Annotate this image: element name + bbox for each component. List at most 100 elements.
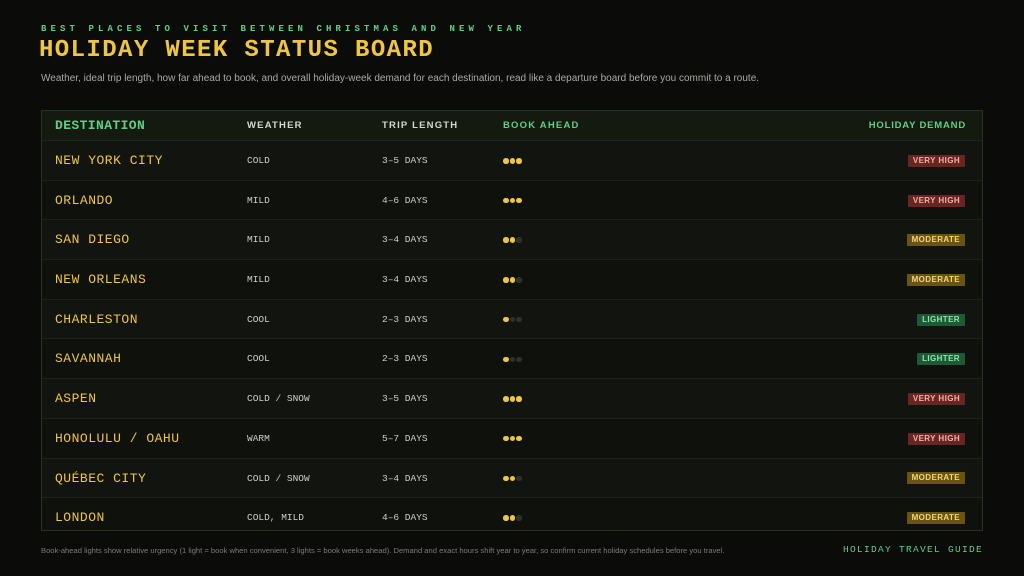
book-light-on-icon (503, 475, 509, 482)
page-title: HOLIDAY WEEK STATUS BOARD (39, 37, 435, 64)
weather-value: COLD / SNOW (247, 472, 310, 484)
demand-badge: VERY HIGH (907, 392, 965, 405)
weather-value: MILD (247, 274, 270, 286)
table-row[interactable]: SAVANNAH COOL 2–3 DAYS LIGHTER (42, 339, 982, 380)
book-light-on-icon (509, 158, 515, 164)
book-light-on-icon (503, 197, 509, 204)
table-body: NEW YORK CITY COLD 3–5 DAYS VERY HIGH ORLAND… (42, 141, 982, 530)
trip-length-value: 2–3 DAYS (382, 313, 428, 325)
destination-name: QUÉBEC CITY (55, 470, 147, 486)
holiday-demand-cell: MODERATE (906, 220, 965, 260)
holiday-demand-cell: VERY HIGH (907, 181, 965, 221)
book-light-on-icon (503, 396, 509, 402)
book-light-on-icon (503, 435, 509, 442)
holiday-demand-cell: LIGHTER (917, 339, 965, 379)
status-board: DESTINATION WEATHER TRIP LENGTH BOOK AHE… (41, 110, 983, 531)
destination-name: ORLANDO (55, 192, 114, 208)
holiday-demand-cell: LIGHTER (917, 300, 965, 340)
book-light-on-icon (503, 237, 509, 243)
page-subtitle: Weather, ideal trip length, how far ahea… (41, 73, 760, 84)
demand-badge: VERY HIGH (907, 154, 965, 167)
book-light-off-icon (516, 515, 522, 521)
trip-length-value: 4–6 DAYS (382, 512, 428, 524)
table-row[interactable]: SAN DIEGO MILD 3–4 DAYS MODERATE (42, 220, 982, 261)
demand-badge: MODERATE (906, 273, 965, 286)
book-light-off-icon (509, 316, 515, 323)
table-row[interactable]: NEW YORK CITY COLD 3–5 DAYS VERY HIGH (42, 141, 982, 181)
weather-value: MILD (247, 234, 270, 246)
holiday-demand-cell: MODERATE (906, 498, 965, 530)
holiday-demand-cell: VERY HIGH (907, 379, 965, 419)
column-header-holiday-demand[interactable]: HOLIDAY DEMAND (869, 111, 966, 141)
book-ahead-lights (503, 379, 522, 419)
destination-name: NEW ORLEANS (55, 272, 147, 288)
book-light-on-icon (503, 277, 509, 283)
book-light-on-icon (516, 435, 522, 442)
destination-name: ASPEN (55, 391, 97, 407)
book-light-on-icon (509, 435, 515, 442)
trip-length-value: 3–4 DAYS (382, 274, 428, 286)
table-row[interactable]: ASPEN COLD / SNOW 3–5 DAYS VERY HIGH (42, 379, 982, 419)
destination-name: LONDON (55, 510, 105, 526)
weather-value: COLD / SNOW (247, 393, 310, 405)
column-header-trip-length[interactable]: TRIP LENGTH (382, 111, 458, 141)
book-light-on-icon (503, 515, 509, 521)
book-light-on-icon (516, 158, 522, 164)
weather-value: COOL (247, 313, 270, 325)
book-light-off-icon (516, 277, 522, 283)
table-row[interactable]: ORLANDO MILD 4–6 DAYS VERY HIGH (42, 180, 982, 221)
table-row[interactable]: NEW ORLEANS MILD 3–4 DAYS MODERATE (42, 260, 982, 300)
destination-name: SAN DIEGO (55, 232, 130, 248)
column-header-destination[interactable]: DESTINATION (55, 111, 145, 141)
weather-value: COLD (247, 155, 270, 166)
trip-length-value: 5–7 DAYS (382, 432, 428, 444)
column-header-weather[interactable]: WEATHER (247, 111, 303, 141)
book-ahead-lights (503, 260, 522, 300)
table-row[interactable]: HONOLULU / OAHU WARM 5–7 DAYS VERY HIGH (42, 418, 982, 459)
book-light-on-icon (503, 356, 509, 363)
trip-length-value: 3–4 DAYS (382, 234, 428, 246)
demand-badge: MODERATE (906, 512, 965, 525)
demand-badge: MODERATE (906, 234, 965, 247)
book-ahead-lights (503, 339, 522, 379)
weather-value: WARM (247, 432, 270, 444)
book-ahead-lights (503, 220, 522, 260)
book-light-off-icon (516, 316, 522, 323)
trip-length-value: 2–3 DAYS (382, 353, 428, 365)
book-light-off-icon (516, 237, 522, 243)
book-ahead-lights (503, 141, 522, 181)
demand-badge: MODERATE (906, 472, 965, 485)
table-header: DESTINATION WEATHER TRIP LENGTH BOOK AHE… (42, 111, 982, 141)
demand-badge: VERY HIGH (907, 194, 965, 207)
book-light-on-icon (509, 277, 515, 283)
destination-name: HONOLULU / OAHU (55, 430, 180, 446)
book-ahead-lights (503, 419, 522, 459)
destination-name: CHARLESTON (55, 311, 139, 327)
trip-length-value: 4–6 DAYS (382, 194, 428, 206)
book-light-on-icon (516, 396, 522, 402)
book-light-on-icon (509, 475, 515, 482)
book-light-on-icon (503, 316, 509, 323)
book-light-on-icon (509, 197, 515, 204)
weather-value: COOL (247, 353, 270, 365)
book-ahead-lights (503, 300, 522, 340)
book-light-off-icon (516, 475, 522, 482)
weather-value: COLD, MILD (247, 512, 305, 524)
table-row[interactable]: CHARLESTON COOL 2–3 DAYS LIGHTER (42, 299, 982, 340)
column-header-book-ahead[interactable]: BOOK AHEAD (503, 111, 580, 141)
destination-name: SAVANNAH (55, 351, 122, 367)
eyebrow-text: BEST PLACES TO VISIT BETWEEN CHRISTMAS A… (41, 24, 526, 34)
brand-label: HOLIDAY TRAVEL GUIDE (842, 544, 983, 555)
book-ahead-lights (503, 498, 522, 530)
book-ahead-lights (503, 459, 522, 499)
trip-length-value: 3–4 DAYS (382, 472, 428, 484)
table-row[interactable]: QUÉBEC CITY COLD / SNOW 3–4 DAYS MODERATE (42, 458, 982, 499)
book-ahead-lights (503, 181, 522, 221)
demand-badge: VERY HIGH (907, 432, 965, 445)
book-light-on-icon (509, 515, 515, 521)
destination-name: NEW YORK CITY (55, 153, 163, 168)
trip-length-value: 3–5 DAYS (382, 155, 428, 166)
trip-length-value: 3–5 DAYS (382, 393, 428, 405)
table-row[interactable]: LONDON COLD, MILD 4–6 DAYS MODERATE (42, 498, 982, 530)
footnote: Book-ahead lights show relative urgency … (41, 546, 725, 555)
